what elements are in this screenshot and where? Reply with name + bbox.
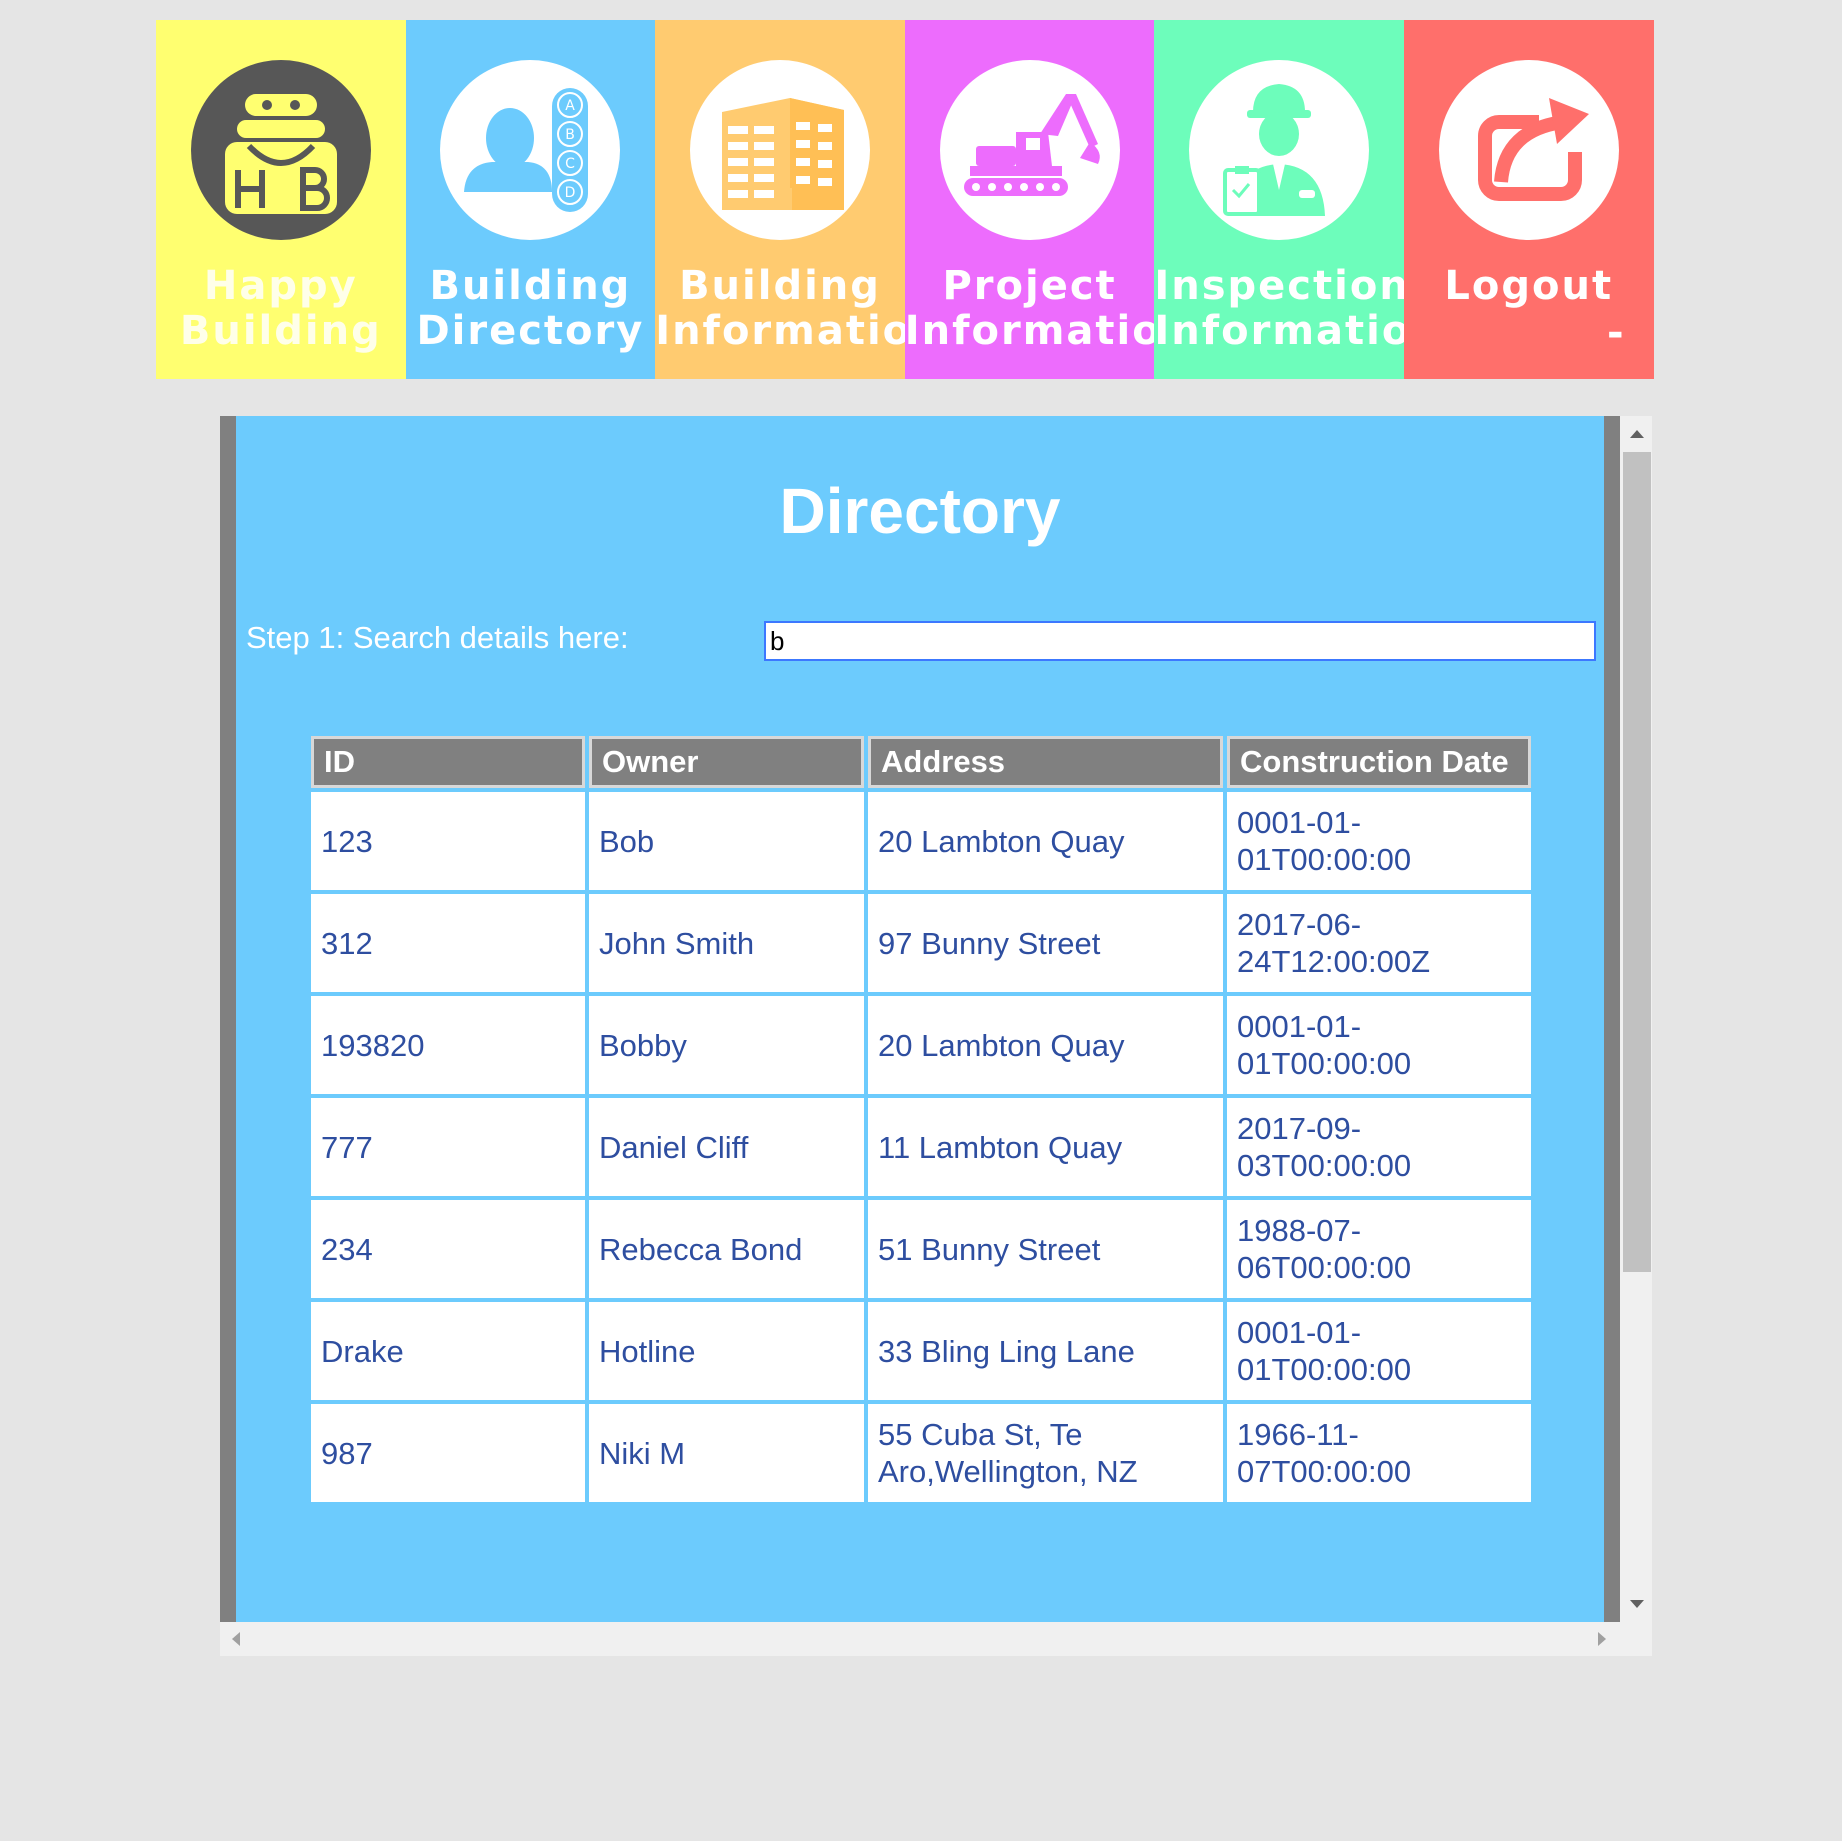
scroll-down-arrow-icon[interactable] bbox=[1630, 1600, 1644, 1608]
nav-label-building: Building Information bbox=[655, 263, 943, 354]
cell-owner: Hotline bbox=[589, 1302, 864, 1400]
svg-text:D: D bbox=[565, 185, 576, 201]
cell-address: 55 Cuba St, Te Aro,Wellington, NZ bbox=[868, 1404, 1223, 1502]
search-label: Step 1: Search details here: bbox=[246, 620, 629, 655]
column-header-owner[interactable]: Owner bbox=[589, 736, 864, 788]
cell-construction-date: 0001-01-01T00:00:00 bbox=[1227, 1302, 1531, 1400]
cell-id: 312 bbox=[311, 894, 585, 992]
page-title: Directory bbox=[779, 475, 1061, 547]
office-building-icon bbox=[689, 60, 870, 240]
cell-construction-date: 2017-06-24T12:00:00Z bbox=[1227, 894, 1531, 992]
nav-building-line2: Information bbox=[655, 308, 943, 354]
vertical-scrollbar[interactable] bbox=[1620, 416, 1652, 1622]
person-abcd-directory-icon: A B C D bbox=[440, 60, 621, 240]
nav-home-line1: Happy bbox=[203, 263, 358, 309]
nav-directory-line1: Building bbox=[429, 263, 632, 309]
cell-address: 33 Bling Ling Lane bbox=[868, 1302, 1223, 1400]
table-row[interactable]: Drake Hotline 33 Bling Ling Lane 0001-01… bbox=[311, 1302, 1531, 1400]
cell-id: 234 bbox=[311, 1200, 585, 1298]
svg-text:B: B bbox=[566, 127, 576, 143]
table-row[interactable]: 987 Niki M 55 Cuba St, Te Aro,Wellington… bbox=[311, 1404, 1531, 1502]
cell-owner: Rebecca Bond bbox=[589, 1200, 864, 1298]
nav-label-project: Project Information bbox=[904, 263, 1193, 354]
cell-address: 97 Bunny Street bbox=[868, 894, 1223, 992]
nav-tile-inspection-information[interactable]: Inspection Information bbox=[1154, 20, 1442, 379]
nav-tile-building-directory[interactable]: A B C D Building Directory bbox=[405, 20, 656, 379]
cell-owner: Bobby bbox=[589, 996, 864, 1094]
cell-id: Drake bbox=[311, 1302, 585, 1400]
table-row[interactable]: 193820 Bobby 20 Lambton Quay 0001-01-01T… bbox=[311, 996, 1531, 1094]
nav-label-home: Happy Building bbox=[156, 264, 406, 354]
table-row[interactable]: 123 Bob 20 Lambton Quay 0001-01-01T00:00… bbox=[311, 792, 1531, 890]
content-frame: Directory Step 1: Search details here: I… bbox=[220, 416, 1652, 1656]
excavator-icon bbox=[939, 60, 1120, 240]
directory-panel: Directory Step 1: Search details here: I… bbox=[220, 416, 1620, 1622]
cell-address: 51 Bunny Street bbox=[868, 1200, 1223, 1298]
vertical-scroll-thumb[interactable] bbox=[1623, 452, 1651, 1272]
page: Happy Building A B C D Building Director… bbox=[0, 0, 1842, 1841]
nav-inspection-line2: Information bbox=[1154, 308, 1442, 354]
cell-id: 193820 bbox=[311, 996, 585, 1094]
column-header-construction-date[interactable]: Construction Date bbox=[1227, 736, 1531, 788]
cell-id: 777 bbox=[311, 1098, 585, 1196]
nav-directory-line2: Directory bbox=[416, 308, 645, 354]
panel-right-border bbox=[1604, 416, 1620, 1622]
cell-owner: Niki M bbox=[589, 1404, 864, 1502]
horizontal-scrollbar[interactable] bbox=[220, 1622, 1620, 1656]
inspector-hardhat-icon bbox=[1189, 60, 1370, 240]
table-row[interactable]: 777 Daniel Cliff 11 Lambton Quay 2017-09… bbox=[311, 1098, 1531, 1196]
top-nav: Happy Building A B C D Building Director… bbox=[156, 20, 1654, 379]
cell-address: 20 Lambton Quay bbox=[868, 996, 1223, 1094]
scroll-right-arrow-icon[interactable] bbox=[1598, 1632, 1606, 1646]
cell-construction-date: 1966-11-07T00:00:00 bbox=[1227, 1404, 1531, 1502]
nav-project-line1: Project bbox=[942, 263, 1117, 309]
nav-label-logout: Logout bbox=[1404, 264, 1654, 309]
scroll-left-arrow-icon[interactable] bbox=[232, 1632, 240, 1646]
column-header-id[interactable]: ID bbox=[311, 736, 585, 788]
nav-tile-project-information[interactable]: Project Information bbox=[904, 20, 1193, 379]
share-export-icon bbox=[1438, 60, 1619, 240]
nav-tile-building-information[interactable]: Building Information bbox=[655, 20, 943, 379]
nav-inspection-line1: Inspection bbox=[1154, 263, 1410, 309]
cell-id: 123 bbox=[311, 792, 585, 890]
nav-label-directory: Building Directory bbox=[406, 264, 656, 354]
nav-building-line1: Building bbox=[679, 263, 881, 309]
table-row[interactable]: 312 John Smith 97 Bunny Street 2017-06-2… bbox=[311, 894, 1531, 992]
happy-building-logo-icon bbox=[190, 60, 371, 240]
table-row[interactable]: 234 Rebecca Bond 51 Bunny Street 1988-07… bbox=[311, 1200, 1531, 1298]
scroll-up-arrow-icon[interactable] bbox=[1630, 430, 1644, 438]
cell-address: 20 Lambton Quay bbox=[868, 792, 1223, 890]
cell-id: 987 bbox=[311, 1404, 585, 1502]
svg-text:C: C bbox=[566, 156, 576, 172]
nav-home-line2: Building bbox=[179, 308, 382, 354]
column-header-address[interactable]: Address bbox=[868, 736, 1223, 788]
svg-text:A: A bbox=[566, 98, 576, 114]
directory-table: ID Owner Address Construction Date 123 B… bbox=[307, 732, 1535, 1506]
cell-address: 11 Lambton Quay bbox=[868, 1098, 1223, 1196]
search-input[interactable] bbox=[764, 621, 1596, 661]
nav-label-inspection: Inspection Information bbox=[1154, 263, 1442, 354]
nav-tile-logout[interactable]: Logout - bbox=[1403, 20, 1654, 379]
cell-owner: Bob bbox=[589, 792, 864, 890]
logout-user-name: - bbox=[1606, 310, 1624, 356]
panel-left-border bbox=[220, 416, 236, 1622]
table-header-row: ID Owner Address Construction Date bbox=[311, 736, 1531, 788]
cell-construction-date: 1988-07-06T00:00:00 bbox=[1227, 1200, 1531, 1298]
cell-construction-date: 0001-01-01T00:00:00 bbox=[1227, 996, 1531, 1094]
nav-project-line2: Information bbox=[904, 308, 1193, 354]
cell-construction-date: 0001-01-01T00:00:00 bbox=[1227, 792, 1531, 890]
cell-construction-date: 2017-09-03T00:00:00 bbox=[1227, 1098, 1531, 1196]
cell-owner: John Smith bbox=[589, 894, 864, 992]
cell-owner: Daniel Cliff bbox=[589, 1098, 864, 1196]
nav-logout-line1: Logout bbox=[1444, 263, 1614, 309]
nav-tile-home[interactable]: Happy Building bbox=[156, 20, 406, 379]
